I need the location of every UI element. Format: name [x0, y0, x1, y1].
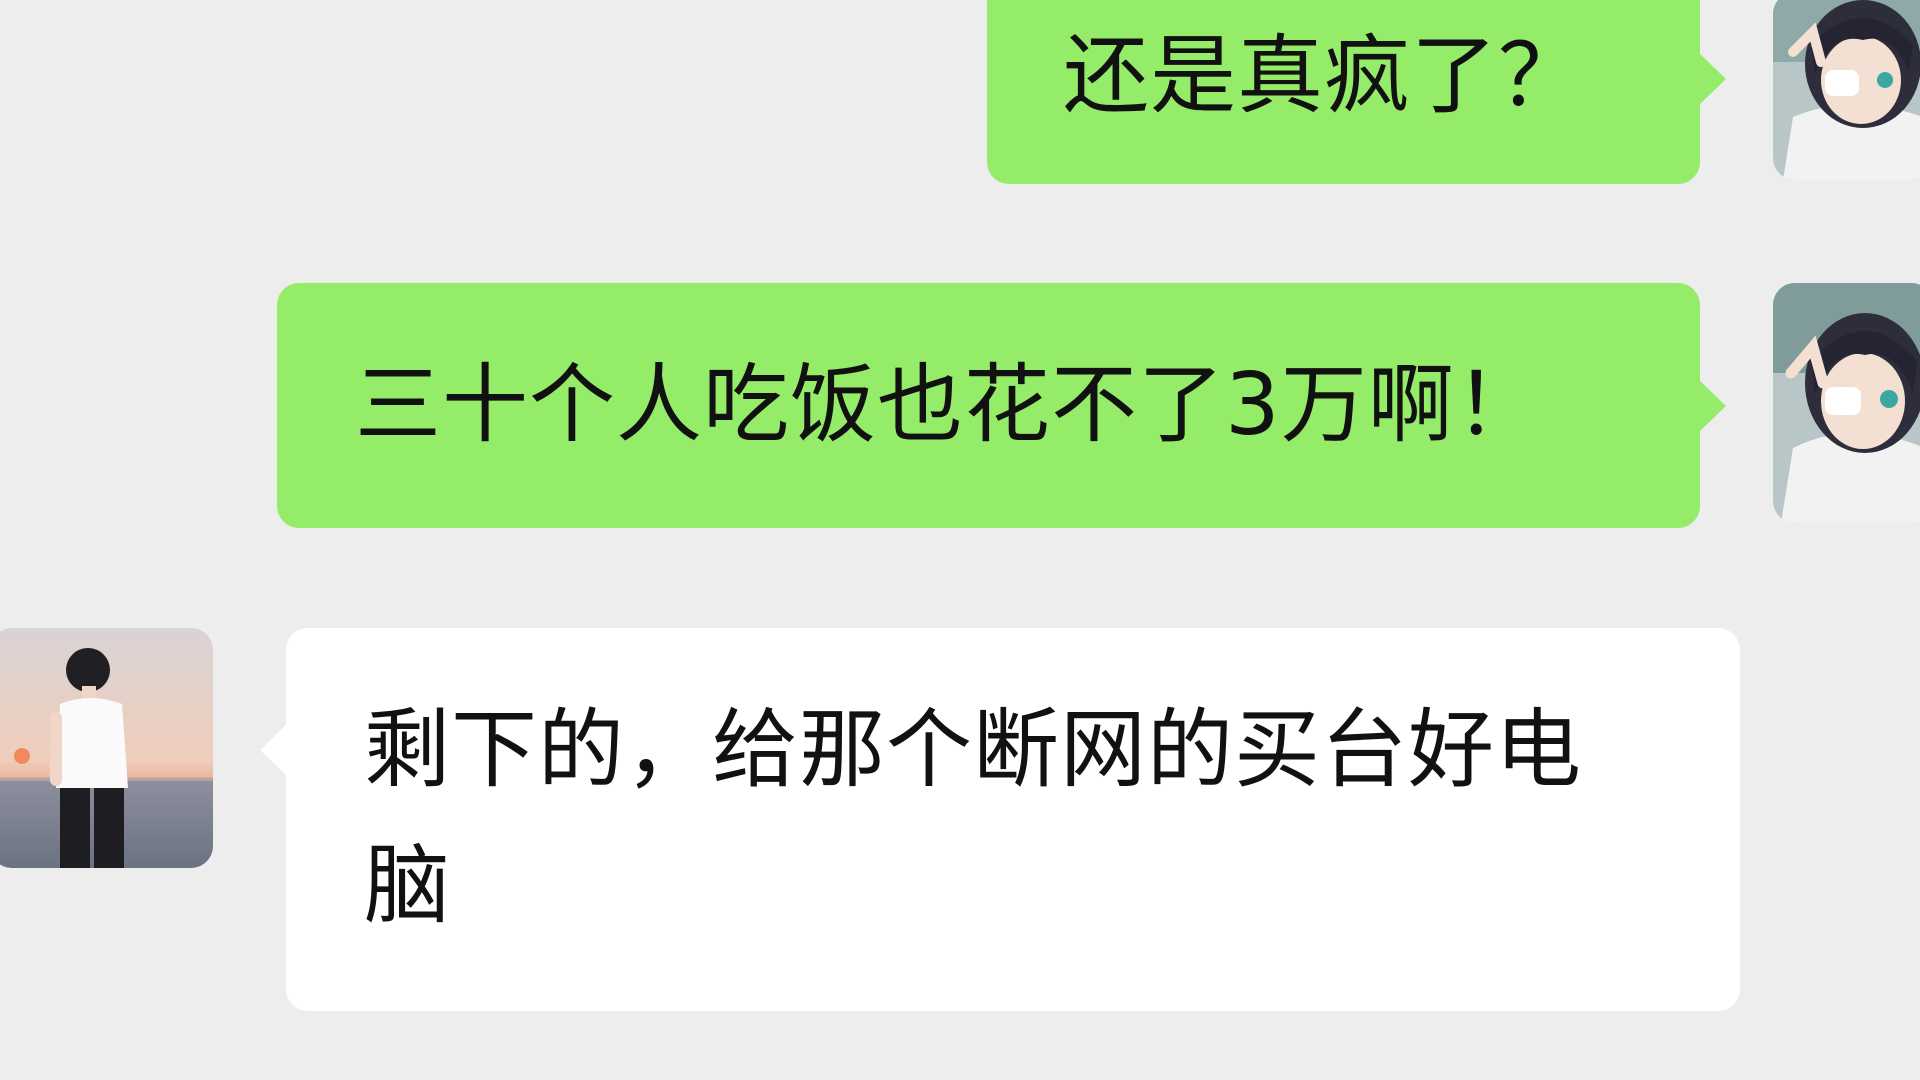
my-avatar[interactable]	[1773, 283, 1920, 523]
message-bubble-received[interactable]: 剩下的，给那个断网的买台好电脑	[260, 628, 1740, 1011]
anime-girl-avatar-icon	[1773, 283, 1920, 523]
message-text: 三十个人吃饭也花不了3万啊！	[355, 355, 1542, 455]
my-avatar[interactable]	[1773, 0, 1920, 180]
message-text: 还是真疯了？	[1063, 26, 1585, 126]
anime-girl-avatar-icon	[1773, 0, 1920, 180]
contact-avatar[interactable]	[0, 628, 213, 868]
chat-message-list[interactable]: 还是真疯了？ 三十个人吃饭也花不了3万啊！ 剩下的，给那个断网的买台好电脑	[0, 0, 1920, 1080]
boy-at-seaside-avatar-icon	[0, 628, 213, 868]
message-bubble-sent[interactable]: 还是真疯了？	[987, 0, 1726, 184]
message-text: 剩下的，给那个断网的买台好电脑	[364, 700, 1582, 936]
message-bubble-sent[interactable]: 三十个人吃饭也花不了3万啊！	[277, 283, 1726, 528]
